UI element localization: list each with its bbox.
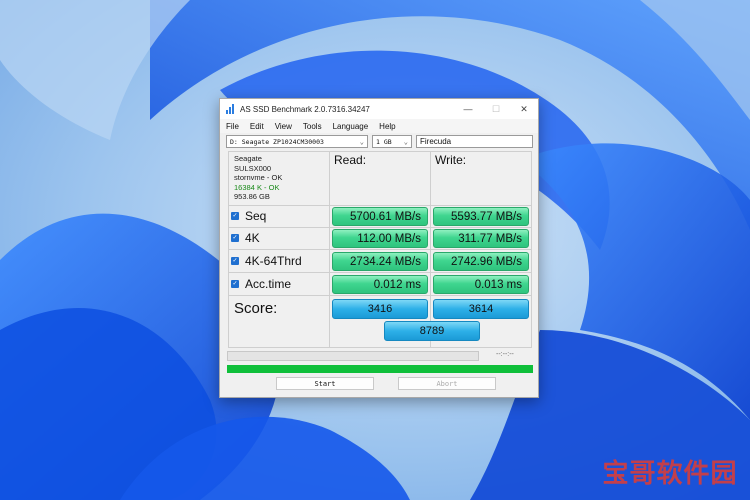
4k-64thrd-read-result: 2734.24 MB/s	[332, 252, 428, 271]
menu-help[interactable]: Help	[379, 122, 395, 131]
chevron-down-icon: ⌄	[359, 138, 364, 146]
row-4k-64thrd-label: 4K-64Thrd	[245, 254, 302, 268]
elapsed-time: --:--:--	[496, 351, 514, 358]
close-button[interactable]: ✕	[510, 99, 538, 119]
device-firmware: SULSX000	[234, 163, 272, 173]
drive-name-field[interactable]: Firecuda	[416, 135, 533, 148]
progress-track	[227, 351, 479, 361]
title-bar[interactable]: AS SSD Benchmark 2.0.7316.34247 — ☐ ✕	[220, 99, 538, 119]
write-score: 3614	[433, 299, 529, 319]
minimize-button[interactable]: —	[454, 99, 482, 119]
acc-time-write-result: 0.013 ms	[433, 275, 529, 294]
row-4k-64thrd[interactable]: ✓ 4K-64Thrd	[228, 251, 302, 271]
menu-tools[interactable]: Tools	[303, 122, 322, 131]
start-button[interactable]: Start	[276, 377, 374, 390]
device-capacity: 953.86 GB	[234, 192, 270, 201]
drive-select-value: D: Seagate ZP1024CM30003	[230, 137, 324, 146]
device-info: Seagate SULSX000 stornvme - OK 16384 K -…	[234, 154, 282, 202]
chevron-down-icon: ⌄	[403, 138, 408, 146]
row-seq-label: Seq	[245, 209, 267, 223]
menu-file[interactable]: File	[226, 122, 239, 131]
test-size-select[interactable]: 1 GB ⌄	[372, 135, 412, 148]
site-watermark: 宝哥软件园	[602, 458, 738, 489]
write-column-header: Write:	[435, 153, 467, 167]
menu-edit[interactable]: Edit	[250, 122, 264, 131]
app-icon	[226, 104, 236, 114]
row-acc-time-label: Acc.time	[245, 277, 292, 291]
grid-line	[228, 272, 532, 273]
row-acc-time[interactable]: ✓ Acc.time	[228, 274, 291, 294]
menu-view[interactable]: View	[275, 122, 292, 131]
row-4k[interactable]: ✓ 4K	[228, 228, 260, 248]
grid-line	[228, 295, 532, 296]
checkbox-icon[interactable]: ✓	[231, 234, 239, 242]
row-seq[interactable]: ✓ Seq	[228, 206, 266, 226]
read-score: 3416	[332, 299, 428, 319]
acc-time-read-result: 0.012 ms	[332, 275, 428, 294]
as-ssd-window: AS SSD Benchmark 2.0.7316.34247 — ☐ ✕ Fi…	[219, 98, 539, 398]
read-column-header: Read:	[334, 153, 367, 167]
window-title: AS SSD Benchmark 2.0.7316.34247	[240, 104, 370, 114]
4k-64thrd-write-result: 2742.96 MB/s	[433, 252, 529, 271]
device-alignment: 16384 K - OK	[234, 182, 280, 192]
grid-line	[228, 347, 532, 348]
grid-line	[228, 151, 532, 152]
seq-write-result: 5593.77 MB/s	[433, 207, 529, 226]
checkbox-icon[interactable]: ✓	[231, 280, 239, 288]
test-size-value: 1 GB	[376, 137, 392, 146]
abort-button[interactable]: Abort	[398, 377, 496, 390]
menu-bar: File Edit View Tools Language Help	[220, 119, 538, 133]
score-label: Score:	[234, 300, 278, 317]
drive-select[interactable]: D: Seagate ZP1024CM30003 ⌄	[226, 135, 368, 148]
maximize-button[interactable]: ☐	[482, 99, 510, 119]
grid-line	[228, 227, 532, 228]
checkbox-icon[interactable]: ✓	[231, 212, 239, 220]
4k-write-result: 311.77 MB/s	[433, 229, 529, 248]
checkbox-icon[interactable]: ✓	[231, 257, 239, 265]
selector-row: D: Seagate ZP1024CM30003 ⌄ 1 GB ⌄ Firecu…	[226, 135, 534, 148]
device-vendor: Seagate	[234, 154, 262, 163]
seq-read-result: 5700.61 MB/s	[332, 207, 428, 226]
menu-language[interactable]: Language	[333, 122, 369, 131]
total-score: 8789	[384, 321, 480, 341]
overall-progress-bar	[227, 365, 533, 373]
row-4k-label: 4K	[245, 231, 260, 245]
grid-line	[228, 205, 532, 206]
grid-line	[228, 249, 532, 250]
4k-read-result: 112.00 MB/s	[332, 229, 428, 248]
device-driver: stornvme - OK	[234, 173, 283, 182]
